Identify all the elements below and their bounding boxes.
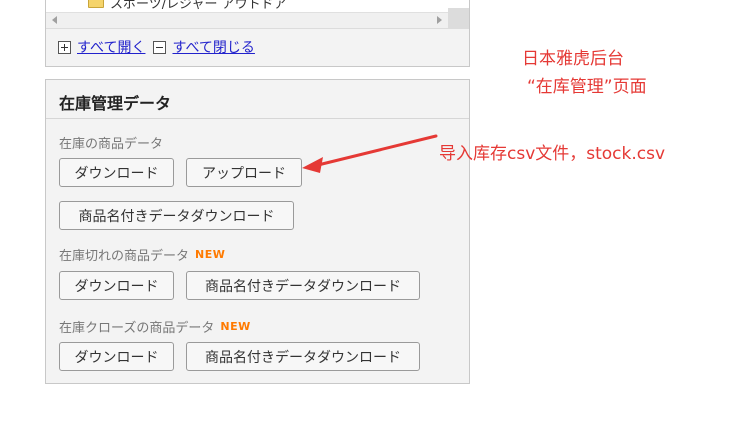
annotation-arrow-icon	[302, 134, 438, 173]
screenshot-stage: スポーツ/レジャー アウトドア すべて開く すべて閉じる 在庫管理データ 在庫の…	[0, 0, 747, 423]
